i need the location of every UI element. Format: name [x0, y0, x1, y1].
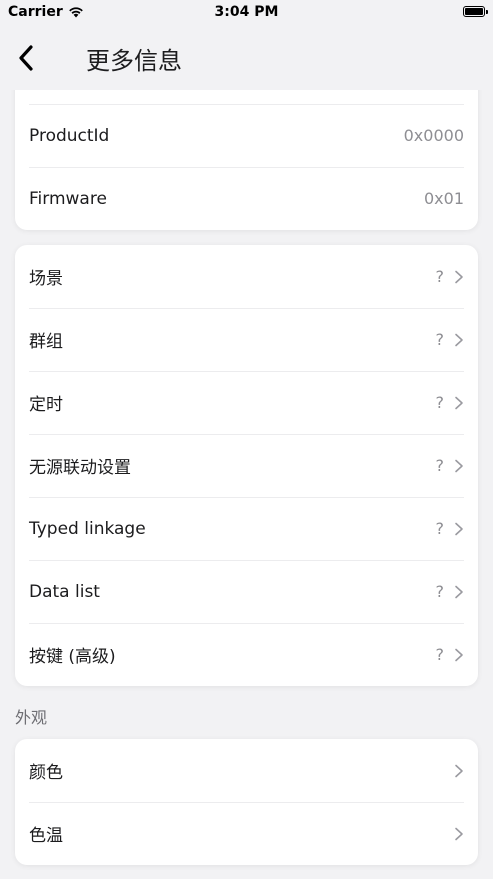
chevron-right-icon	[455, 270, 463, 283]
list-item-passive-linkage[interactable]: 无源联动设置 ?	[29, 434, 464, 497]
list-item-data-list[interactable]: Data list ?	[29, 560, 464, 623]
list-item-typed-linkage[interactable]: Typed linkage ?	[29, 497, 464, 560]
back-button[interactable]	[10, 40, 42, 76]
list-item-value: ?	[435, 330, 445, 349]
list-item-color[interactable]: 颜色	[29, 739, 464, 802]
chevron-right-icon	[455, 648, 463, 661]
features-card: 场景 ? 群组 ? 定时 ? 无源联动设置 ? Typed linkage ? …	[15, 245, 478, 686]
status-bar: Carrier 3:04 PM	[0, 0, 493, 26]
list-item-color-temperature[interactable]: 色温	[29, 802, 464, 865]
content-scroll[interactable]: ProductId 0x0000 Firmware 0x01 场景 ? 群组 ?	[0, 90, 493, 879]
appearance-card: 颜色 色温	[15, 739, 478, 865]
page-title: 更多信息	[86, 47, 182, 75]
list-item-value: ?	[435, 267, 445, 286]
list-item-label: 无源联动设置	[29, 458, 131, 478]
chevron-right-icon	[455, 522, 463, 535]
chevron-right-icon	[455, 764, 463, 777]
chevron-left-icon	[19, 45, 33, 71]
list-item-timer[interactable]: 定时 ?	[29, 371, 464, 434]
battery-icon	[463, 6, 488, 17]
info-row-label: ProductId	[29, 125, 110, 146]
info-row-value: 0x0000	[403, 126, 464, 145]
status-time: 3:04 PM	[214, 4, 279, 20]
chevron-right-icon	[455, 459, 463, 472]
info-row-value: 0x01	[423, 189, 464, 208]
chevron-right-icon	[455, 585, 463, 598]
list-item-value: ?	[435, 393, 445, 412]
info-card: ProductId 0x0000 Firmware 0x01	[15, 90, 478, 230]
info-row-firmware: Firmware 0x01	[29, 167, 464, 230]
list-item-label: 定时	[29, 395, 63, 415]
list-item-label: 群组	[29, 332, 63, 352]
list-item-label: 场景	[29, 269, 63, 289]
chevron-right-icon	[455, 396, 463, 409]
chevron-right-icon	[455, 827, 463, 840]
list-item-label: 颜色	[29, 763, 63, 783]
chevron-right-icon	[455, 333, 463, 346]
list-item-value: ?	[435, 582, 445, 601]
list-item-label: Typed linkage	[29, 518, 146, 539]
info-row-product-id: ProductId 0x0000	[29, 104, 464, 167]
list-item-label: Data list	[29, 581, 100, 602]
list-item-value: ?	[435, 645, 445, 664]
list-item-label: 色温	[29, 826, 63, 846]
list-item-buttons-advanced[interactable]: 按键 (高级) ?	[29, 623, 464, 686]
info-row-label: Firmware	[29, 188, 107, 209]
list-item-scene[interactable]: 场景 ?	[29, 245, 464, 308]
list-item-value: ?	[435, 456, 445, 475]
section-title-appearance: 外观	[15, 708, 48, 727]
navigation-bar: 更多信息	[0, 26, 493, 90]
list-item-value: ?	[435, 519, 445, 538]
list-item-label: 按键 (高级)	[29, 647, 116, 667]
list-item-group[interactable]: 群组 ?	[29, 308, 464, 371]
